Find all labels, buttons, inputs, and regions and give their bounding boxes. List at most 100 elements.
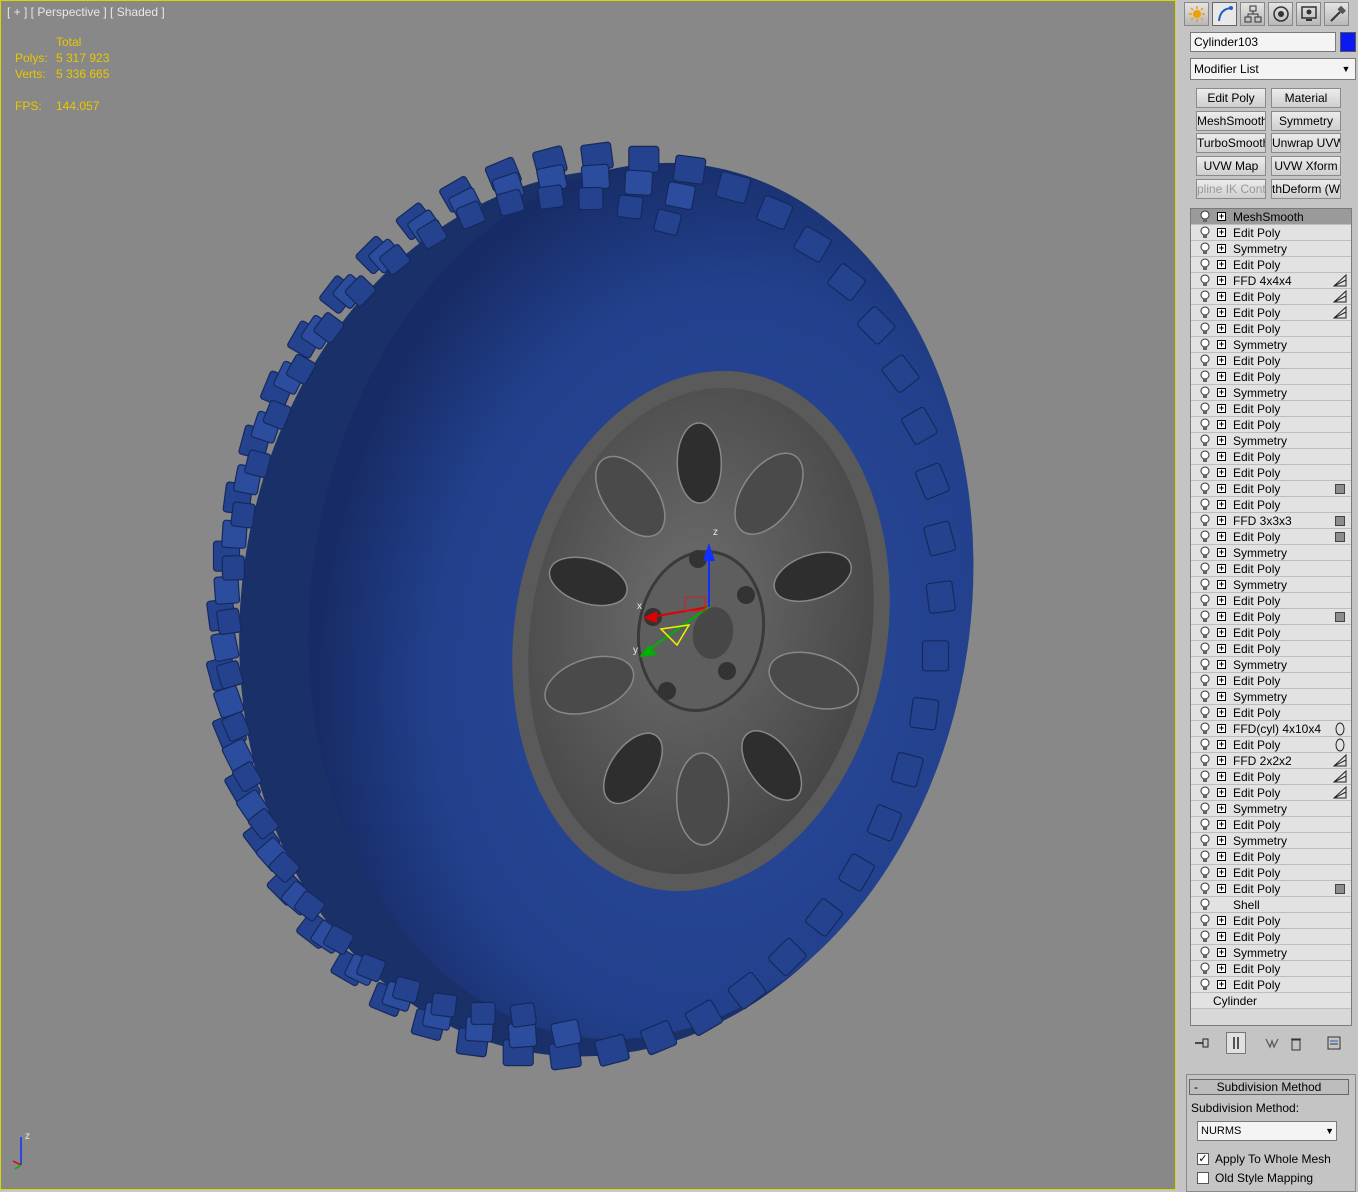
stack-modifier-row[interactable]: + Edit Poly [1191, 849, 1351, 865]
stack-modifier-row[interactable]: + Edit Poly [1191, 881, 1351, 897]
lightbulb-toggle-icon[interactable] [1199, 546, 1211, 560]
lightbulb-toggle-icon[interactable] [1199, 690, 1211, 704]
stack-modifier-row[interactable]: + Edit Poly [1191, 353, 1351, 369]
stack-modifier-row[interactable]: Shell [1191, 897, 1351, 913]
lightbulb-toggle-icon[interactable] [1199, 594, 1211, 608]
expand-plus-icon[interactable]: + [1217, 420, 1226, 429]
stack-modifier-row[interactable]: + Symmetry [1191, 577, 1351, 593]
subdivision-method-select[interactable]: NURMS ▼ [1197, 1121, 1337, 1141]
expand-plus-icon[interactable]: + [1217, 724, 1226, 733]
expand-plus-icon[interactable]: + [1217, 468, 1226, 477]
stack-modifier-row[interactable]: + Edit Poly [1191, 961, 1351, 977]
lightbulb-toggle-icon[interactable] [1199, 914, 1211, 928]
expand-plus-icon[interactable]: + [1217, 820, 1226, 829]
lightbulb-toggle-icon[interactable] [1199, 786, 1211, 800]
stack-modifier-row[interactable]: + Edit Poly [1191, 321, 1351, 337]
stack-modifier-row[interactable]: + Edit Poly [1191, 561, 1351, 577]
stack-modifier-row[interactable]: + Edit Poly [1191, 497, 1351, 513]
viewport-label[interactable]: [ + ] [ Perspective ] [ Shaded ] [7, 5, 165, 19]
stack-modifier-row[interactable]: + FFD 2x2x2 [1191, 753, 1351, 769]
expand-plus-icon[interactable]: + [1217, 788, 1226, 797]
modifier-button-unwrap-uvw[interactable]: Unwrap UVW [1271, 133, 1341, 154]
expand-plus-icon[interactable]: + [1217, 916, 1226, 925]
expand-plus-icon[interactable]: + [1217, 340, 1226, 349]
lightbulb-toggle-icon[interactable] [1199, 242, 1211, 256]
lightbulb-toggle-icon[interactable] [1199, 402, 1211, 416]
expand-plus-icon[interactable]: + [1217, 244, 1226, 253]
stack-modifier-row[interactable]: + FFD 4x4x4 [1191, 273, 1351, 289]
expand-plus-icon[interactable]: + [1217, 212, 1226, 221]
configure-modifier-sets-button[interactable] [1324, 1032, 1344, 1054]
modifier-button-meshsmooth[interactable]: MeshSmooth [1196, 110, 1266, 131]
apply-to-whole-mesh-checkbox[interactable]: ✓ [1197, 1153, 1209, 1165]
stack-modifier-row[interactable]: + Edit Poly [1191, 817, 1351, 833]
stack-modifier-row[interactable]: + Edit Poly [1191, 769, 1351, 785]
expand-plus-icon[interactable]: + [1217, 532, 1226, 541]
lightbulb-toggle-icon[interactable] [1199, 930, 1211, 944]
lightbulb-toggle-icon[interactable] [1199, 610, 1211, 624]
lightbulb-toggle-icon[interactable] [1199, 354, 1211, 368]
stack-modifier-row[interactable]: + Edit Poly [1191, 289, 1351, 305]
lightbulb-toggle-icon[interactable] [1199, 626, 1211, 640]
stack-modifier-row[interactable]: + Edit Poly [1191, 529, 1351, 545]
stack-modifier-row[interactable]: + Edit Poly [1191, 305, 1351, 321]
modifier-button-edit-poly[interactable]: Edit Poly [1196, 88, 1266, 108]
expand-plus-icon[interactable]: + [1217, 932, 1226, 941]
expand-plus-icon[interactable]: + [1217, 644, 1226, 653]
stack-modifier-row[interactable]: + FFD 3x3x3 [1191, 513, 1351, 529]
stack-modifier-row[interactable]: + Symmetry [1191, 385, 1351, 401]
lightbulb-toggle-icon[interactable] [1199, 802, 1211, 816]
stack-modifier-row[interactable]: + Symmetry [1191, 657, 1351, 673]
object-name-field[interactable]: Cylinder103 [1190, 32, 1336, 52]
rollout-title-bar[interactable]: - Subdivision Method [1189, 1079, 1349, 1095]
lightbulb-toggle-icon[interactable] [1199, 866, 1211, 880]
stack-modifier-row[interactable]: + Edit Poly [1191, 257, 1351, 273]
lightbulb-toggle-icon[interactable] [1199, 770, 1211, 784]
expand-plus-icon[interactable]: + [1217, 708, 1226, 717]
expand-plus-icon[interactable]: + [1217, 436, 1226, 445]
expand-plus-icon[interactable]: + [1217, 804, 1226, 813]
lightbulb-toggle-icon[interactable] [1199, 882, 1211, 896]
expand-plus-icon[interactable]: + [1217, 500, 1226, 509]
expand-plus-icon[interactable]: + [1217, 452, 1226, 461]
expand-plus-icon[interactable]: + [1217, 260, 1226, 269]
stack-modifier-row[interactable]: + Edit Poly [1191, 225, 1351, 241]
lightbulb-toggle-icon[interactable] [1199, 978, 1211, 992]
show-end-result-button[interactable] [1226, 1032, 1246, 1054]
stack-modifier-row[interactable]: + Edit Poly [1191, 977, 1351, 993]
expand-plus-icon[interactable]: + [1217, 580, 1226, 589]
expand-plus-icon[interactable]: + [1217, 596, 1226, 605]
lightbulb-toggle-icon[interactable] [1199, 338, 1211, 352]
lightbulb-toggle-icon[interactable] [1199, 962, 1211, 976]
lightbulb-toggle-icon[interactable] [1199, 530, 1211, 544]
stack-modifier-row[interactable]: + Symmetry [1191, 433, 1351, 449]
lightbulb-toggle-icon[interactable] [1199, 850, 1211, 864]
modifier-stack[interactable]: + MeshSmooth + Edit Poly + Symmetry + Edit Poly… [1190, 208, 1352, 1026]
expand-plus-icon[interactable]: + [1217, 356, 1226, 365]
lightbulb-toggle-icon[interactable] [1199, 898, 1211, 912]
stack-modifier-row[interactable]: + Edit Poly [1191, 417, 1351, 433]
modifier-button-uvw-xform[interactable]: UVW Xform [1271, 156, 1341, 177]
stack-modifier-row[interactable]: + Symmetry [1191, 689, 1351, 705]
stack-modifier-row[interactable]: + Edit Poly [1191, 913, 1351, 929]
stack-modifier-row[interactable]: + Edit Poly [1191, 369, 1351, 385]
lightbulb-toggle-icon[interactable] [1199, 290, 1211, 304]
expand-plus-icon[interactable]: + [1217, 628, 1226, 637]
expand-plus-icon[interactable]: + [1217, 868, 1226, 877]
lightbulb-toggle-icon[interactable] [1199, 642, 1211, 656]
lightbulb-toggle-icon[interactable] [1199, 450, 1211, 464]
stack-modifier-row[interactable]: + Edit Poly [1191, 641, 1351, 657]
stack-modifier-row[interactable]: + Edit Poly [1191, 625, 1351, 641]
stack-modifier-row[interactable]: + Edit Poly [1191, 401, 1351, 417]
lightbulb-toggle-icon[interactable] [1199, 818, 1211, 832]
lightbulb-toggle-icon[interactable] [1199, 834, 1211, 848]
stack-modifier-row[interactable]: + Edit Poly [1191, 737, 1351, 753]
expand-plus-icon[interactable]: + [1217, 756, 1226, 765]
hierarchy-tab[interactable] [1240, 2, 1265, 26]
lightbulb-toggle-icon[interactable] [1199, 370, 1211, 384]
expand-plus-icon[interactable]: + [1217, 404, 1226, 413]
expand-plus-icon[interactable]: + [1217, 372, 1226, 381]
stack-modifier-row[interactable]: + Symmetry [1191, 337, 1351, 353]
expand-plus-icon[interactable]: + [1217, 980, 1226, 989]
lightbulb-toggle-icon[interactable] [1199, 706, 1211, 720]
